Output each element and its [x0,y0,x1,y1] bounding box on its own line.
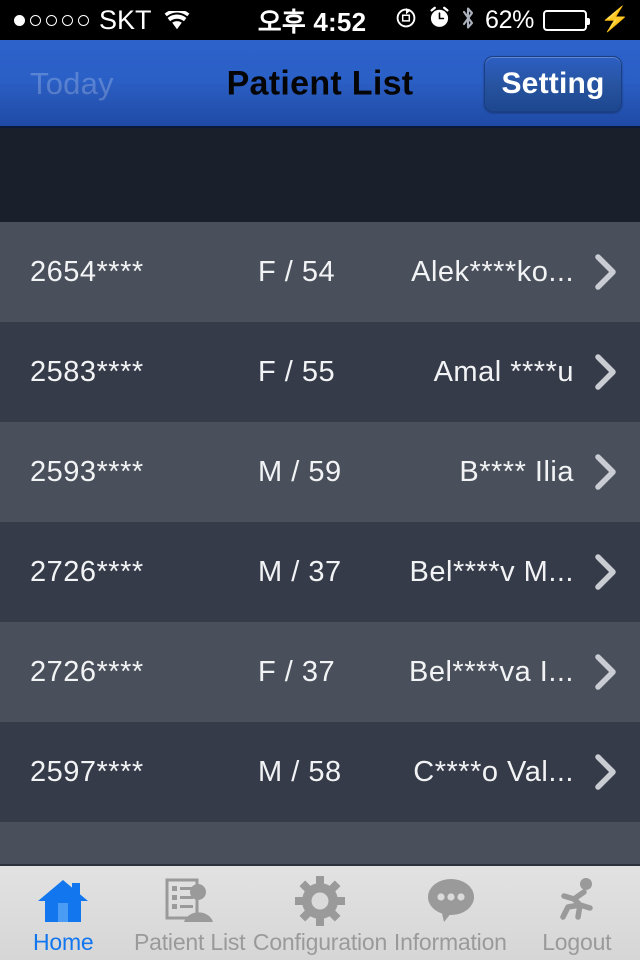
patient-sex-age: F / 55 [258,355,336,388]
chevron-right-icon [594,653,618,691]
tab-label: Patient List [133,928,246,955]
patient-name: C****o Val... [413,755,574,788]
alarm-clock-icon [428,6,451,34]
patient-name: Bel****v M... [409,555,574,588]
battery-percent-label: 62% [484,5,535,34]
tab-information[interactable]: Information [387,866,513,960]
status-bar-right: 62% ⚡ [395,5,630,36]
patient-list-icon [162,875,218,927]
chevron-right-icon [594,453,618,491]
patient-sex-age: M / 58 [258,755,342,788]
tab-label: Logout [542,928,612,955]
patient-id: 2583**** [30,355,144,388]
patient-name: B**** Ilia [459,455,574,488]
table-row[interactable]: 2593**** M / 59 B**** Ilia [0,422,640,522]
home-icon [35,875,91,927]
lightning-bolt-icon: ⚡ [600,6,630,33]
table-row[interactable]: 2583**** F / 55 Amal ****u [0,322,640,422]
chevron-right-icon [594,553,618,591]
navigation-bar: Today Patient List Setting [0,40,640,128]
gear-icon [292,875,348,927]
tab-configuration[interactable]: Configuration [253,866,387,960]
tab-home[interactable]: Home [0,866,126,960]
table-row[interactable]: 2597**** M / 58 C****o Val... [0,722,640,822]
running-person-icon [549,875,605,927]
patient-id: 2726**** [30,555,144,588]
patient-id: 2597**** [30,755,144,788]
battery-icon [543,9,591,31]
patient-id: 2654**** [30,255,144,288]
tab-logout[interactable]: Logout [514,866,640,960]
app-screen: SKT 오후 4:52 62% ⚡ Today Patient List Set… [0,0,640,960]
tab-patient-list[interactable]: Patient List [126,866,252,960]
patient-sex-age: F / 37 [258,655,336,688]
patient-name: Amal ****u [433,355,574,388]
chevron-right-icon [594,753,618,791]
setting-button[interactable]: Setting [484,56,622,112]
status-bar: SKT 오후 4:52 62% ⚡ [0,0,640,40]
table-row[interactable]: 2726**** M / 37 Bel****v M... [0,522,640,622]
patient-sex-age: M / 37 [258,555,342,588]
patient-list-scroll[interactable]: 2654**** F / 54 Alek****ko... 2583**** F… [0,128,640,864]
chevron-right-icon [594,353,618,391]
rotation-lock-icon [395,6,419,35]
tab-label: Information [393,928,507,955]
patient-id: 2593**** [30,455,144,488]
patient-name: Alek****ko... [411,255,574,288]
table-row[interactable]: 2654**** F / 54 Alek****ko... [0,222,640,322]
speech-bubble-icon [422,875,478,927]
table-row[interactable]: 2726**** F / 37 Bel****va I... [0,622,640,722]
chevron-right-icon [594,253,618,291]
tab-label: Home [32,928,94,955]
list-header-band [0,128,640,222]
patient-sex-age: M / 59 [258,455,342,488]
patient-sex-age: F / 54 [258,255,336,288]
patient-id: 2726**** [30,655,144,688]
bluetooth-icon [460,5,476,36]
tab-bar: Home Patient List Configuration Informat… [0,864,640,960]
list-empty-row [0,822,640,864]
patient-name: Bel****va I... [409,655,574,688]
tab-label: Configuration [252,928,388,955]
